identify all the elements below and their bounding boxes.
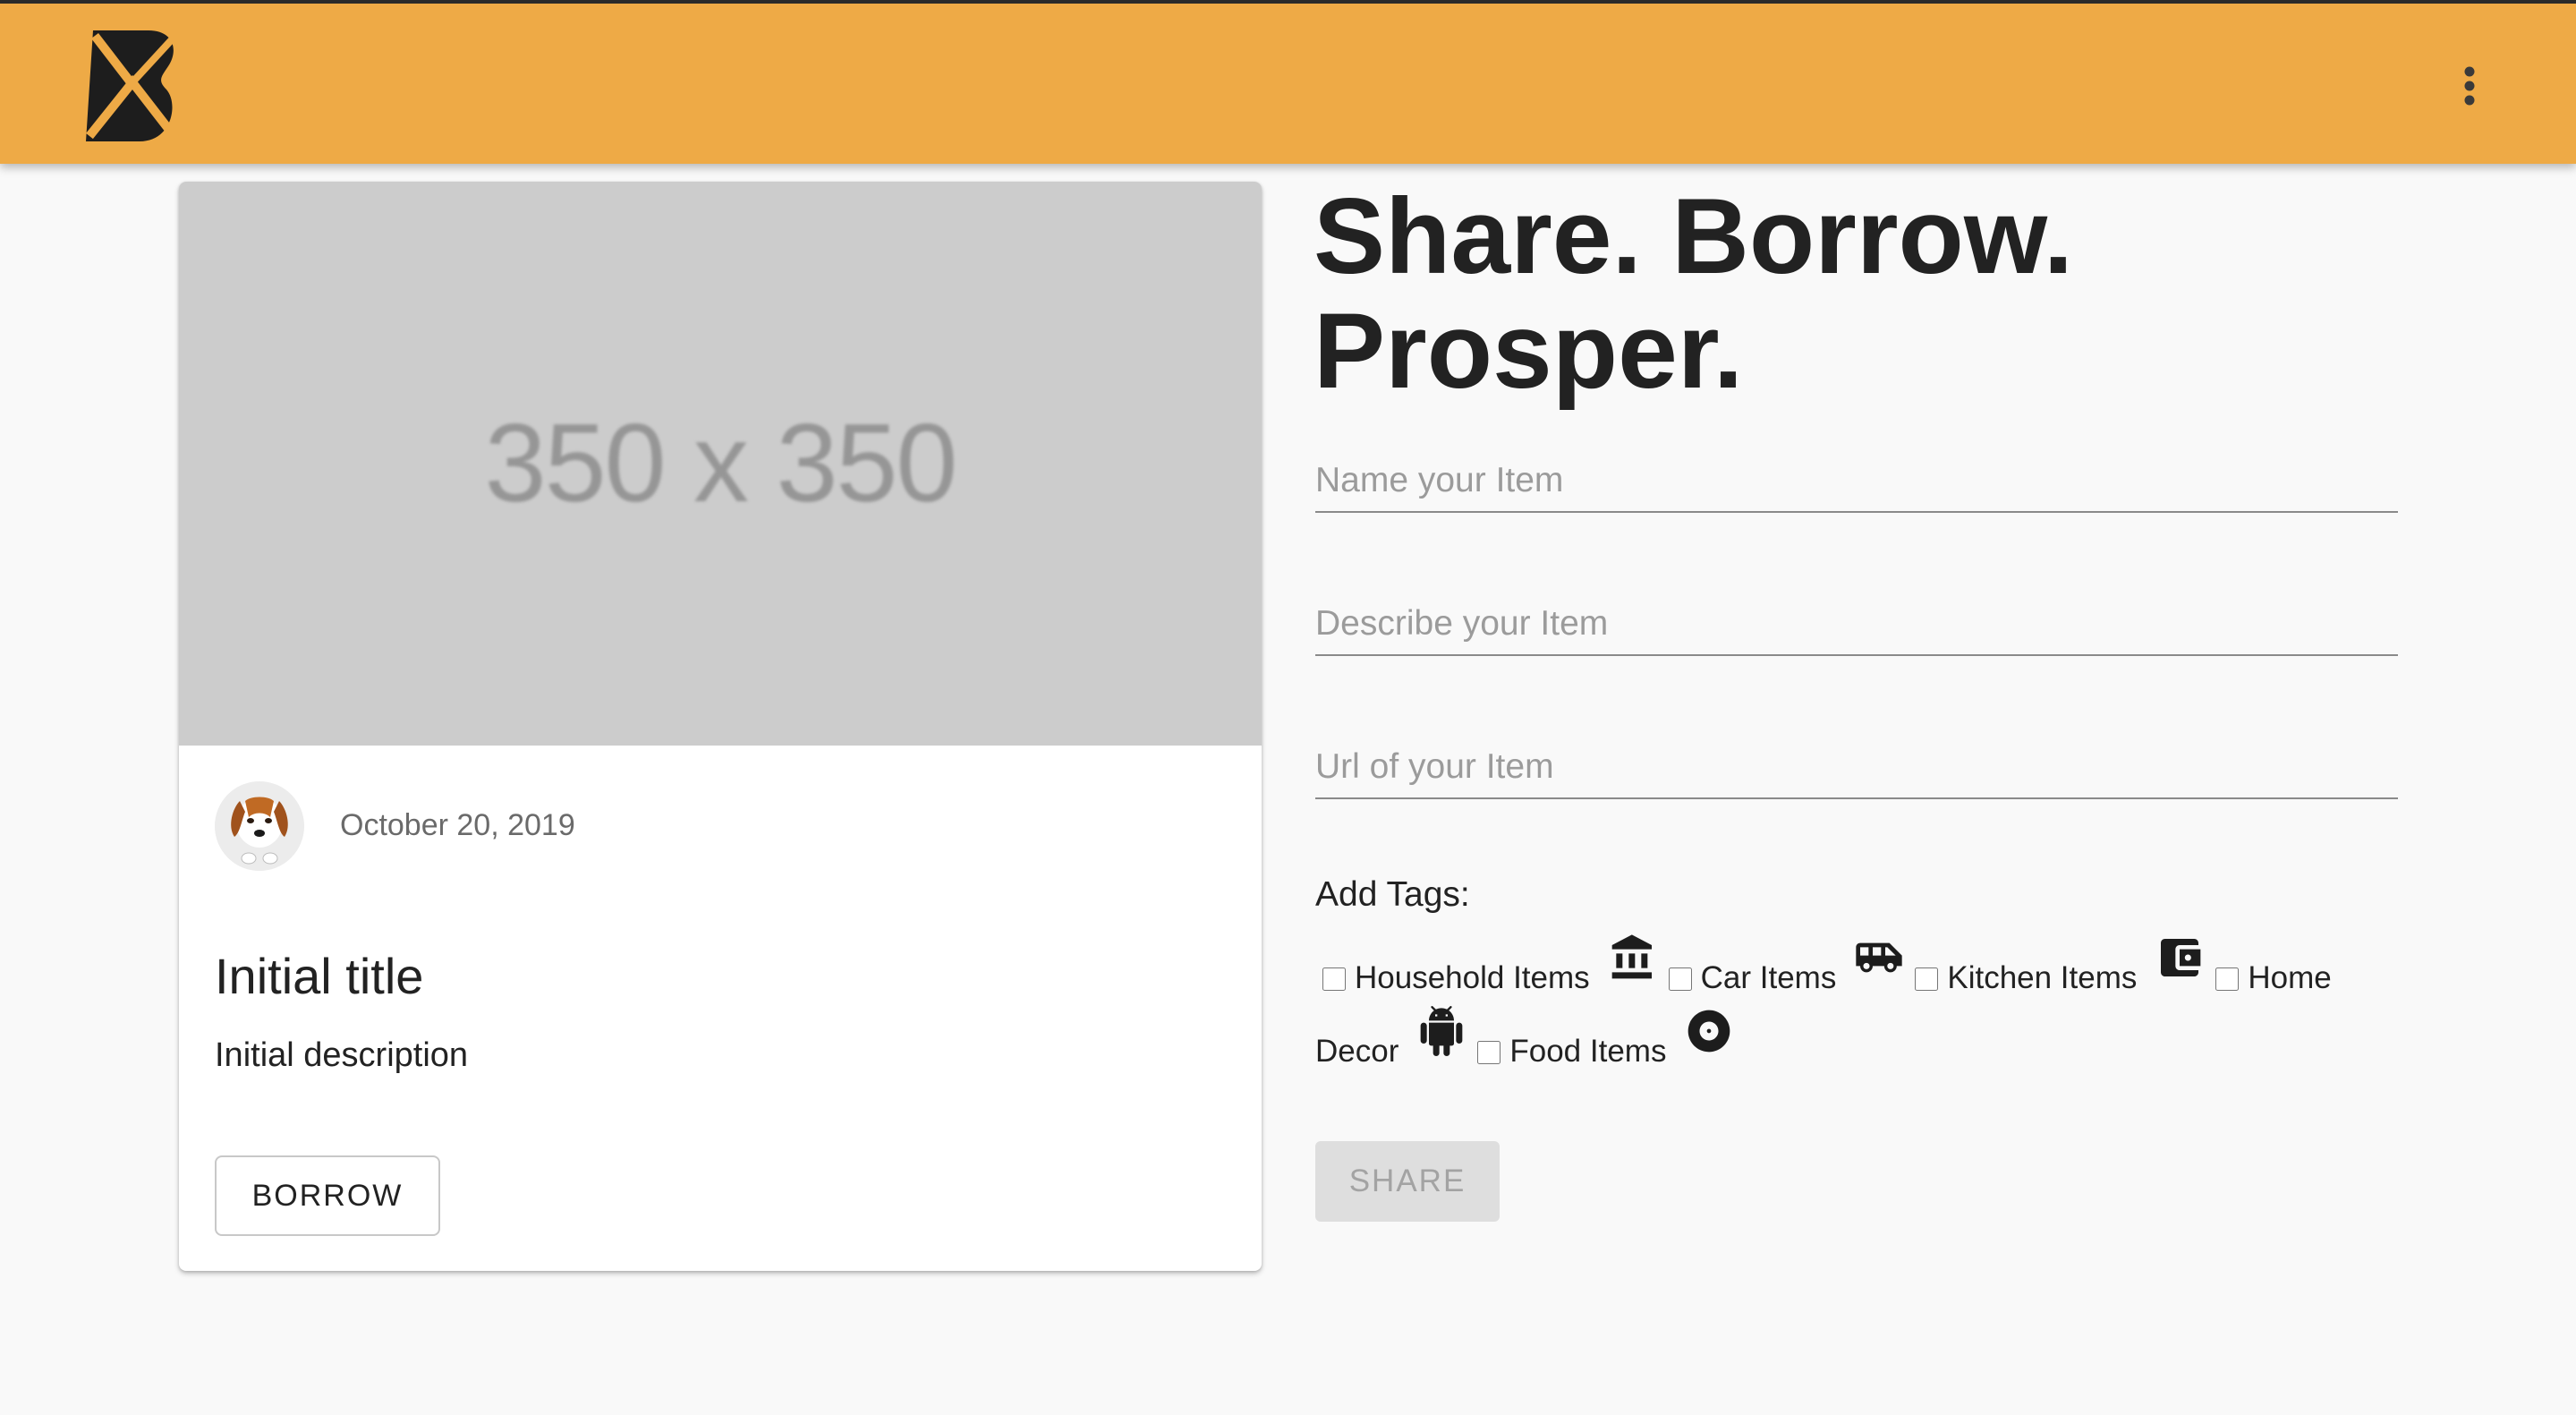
item-url-field: [1315, 728, 2398, 799]
beagle-avatar: [215, 781, 304, 871]
tag-label-household: Household Items: [1355, 960, 1590, 995]
image-placeholder-text: 350 x 350: [484, 402, 958, 525]
account-balance-wallet-icon: [2155, 933, 2205, 983]
item-description: Initial description: [215, 1036, 469, 1074]
album-icon: [1684, 1006, 1734, 1056]
tag-checkbox-kitchen[interactable]: [1915, 967, 1939, 991]
headline-line-1: Share. Borrow.: [1314, 176, 2074, 296]
item-url-input[interactable]: [1315, 728, 2398, 797]
tag-label-food: Food Items: [1509, 1034, 1667, 1069]
item-image-placeholder: 350 x 350: [179, 182, 1262, 746]
boomtown-logo-icon[interactable]: [86, 30, 181, 141]
share-button[interactable]: SHARE: [1315, 1141, 1500, 1222]
more-menu-button[interactable]: [2441, 54, 2498, 118]
tag-label-kitchen: Kitchen Items: [1947, 960, 2138, 995]
tags-label: Add Tags:: [1315, 875, 1470, 914]
airport-shuttle-icon: [1854, 933, 1904, 983]
tag-checkbox-car[interactable]: [1668, 967, 1692, 991]
more-vert-icon: [2464, 66, 2475, 106]
android-icon: [1416, 1006, 1467, 1056]
tag-checkbox-household[interactable]: [1322, 967, 1346, 991]
item-description-input[interactable]: [1315, 584, 2398, 654]
avatar: [215, 781, 304, 871]
item-name-input[interactable]: [1315, 441, 2398, 511]
item-description-field: [1315, 584, 2398, 656]
account-balance-icon: [1608, 933, 1658, 983]
tag-label-car: Car Items: [1700, 960, 1837, 995]
page-headline: Share. Borrow. Prosper.: [1314, 179, 2432, 408]
item-name-field: [1315, 441, 2398, 513]
item-title: Initial title: [215, 948, 424, 1004]
borrow-button[interactable]: BORROW: [215, 1155, 440, 1236]
headline-line-2: Prosper.: [1314, 291, 1744, 411]
item-date: October 20, 2019: [340, 808, 575, 842]
tag-checkbox-food[interactable]: [1477, 1041, 1501, 1064]
tag-checkbox-home-decor[interactable]: [2215, 967, 2240, 991]
app-bar: [0, 0, 2576, 164]
item-preview-card: 350 x 350 October 20, 2019 Initial title…: [179, 182, 1262, 1271]
tag-list: Household Items Car Items Kitchen Items Hom…: [1315, 934, 2407, 1085]
